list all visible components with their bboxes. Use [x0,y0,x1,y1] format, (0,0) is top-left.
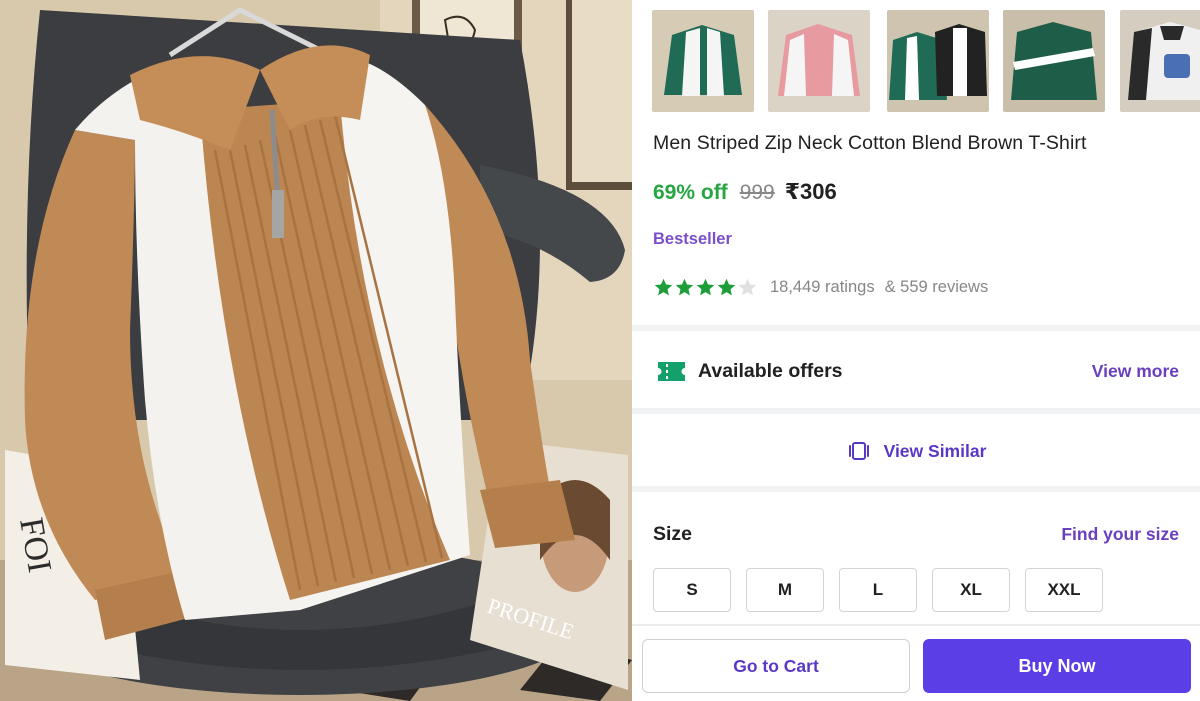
section-divider [632,486,1200,492]
thumbnail-0-shirt-icon [652,10,754,112]
star-filled-icon [717,278,736,295]
thumbnail-black-white-print[interactable] [1120,10,1200,112]
section-divider [632,325,1200,331]
bestseller-badge: Bestseller [653,230,732,248]
thumbnail-3-shirt-icon [1003,10,1105,112]
size-option-xxl[interactable]: XXL [1025,568,1103,612]
offer-ticket-icon [658,362,685,381]
variant-thumbnails [652,10,1200,112]
go-to-cart-button[interactable]: Go to Cart [642,639,910,693]
star-empty-icon [738,278,757,295]
view-similar-label: View Similar [883,440,987,461]
star-rating [653,277,758,298]
bottom-action-bar: Go to Cart Buy Now [632,624,1200,701]
star-filled-icon [654,278,673,295]
thumbnail-1-shirt-icon [768,10,870,112]
original-price: 999 [739,181,775,204]
thumbnail-green-white[interactable] [652,10,754,112]
product-details-panel: Men Striped Zip Neck Cotton Blend Brown … [632,0,1200,701]
size-option-xl[interactable]: XL [932,568,1010,612]
ratings-count: 18,449 ratings [770,277,875,296]
find-your-size-link[interactable]: Find your size [1061,524,1179,545]
rating-row[interactable]: 18,449 ratings & 559 reviews [653,275,988,299]
size-option-l[interactable]: L [839,568,917,612]
size-option-s[interactable]: S [653,568,731,612]
buy-now-button[interactable]: Buy Now [923,639,1191,693]
price-row: 69% off 999 ₹306 [653,179,837,209]
discount-percent: 69% off [653,181,728,204]
star-filled-icon [696,278,715,295]
thumbnail-2-shirt-icon [887,10,989,112]
thumbnail-green-black-white[interactable] [887,10,989,112]
available-offers-row[interactable]: Available offers View more [632,336,1200,408]
star-filled-icon [675,278,694,295]
reviews-count: & 559 reviews [884,277,989,296]
product-title: Men Striped Zip Neck Cotton Blend Brown … [653,132,1087,154]
product-image[interactable]: FOI PROFILE [0,0,632,701]
selling-price: ₹306 [784,179,837,204]
section-divider [632,408,1200,414]
thumbnail-pink-white[interactable] [768,10,870,112]
size-option-m[interactable]: M [746,568,824,612]
thumbnail-green-chevron[interactable] [1003,10,1105,112]
view-more-offers-link[interactable]: View more [1092,361,1179,382]
available-offers-label: Available offers [698,360,843,382]
view-similar-button[interactable]: View Similar [632,418,1200,484]
thumbnail-4-shirt-icon [1120,10,1200,112]
size-heading: Size [653,523,693,545]
product-photo-illustration: FOI PROFILE [0,0,632,701]
view-similar-icon [848,442,869,460]
